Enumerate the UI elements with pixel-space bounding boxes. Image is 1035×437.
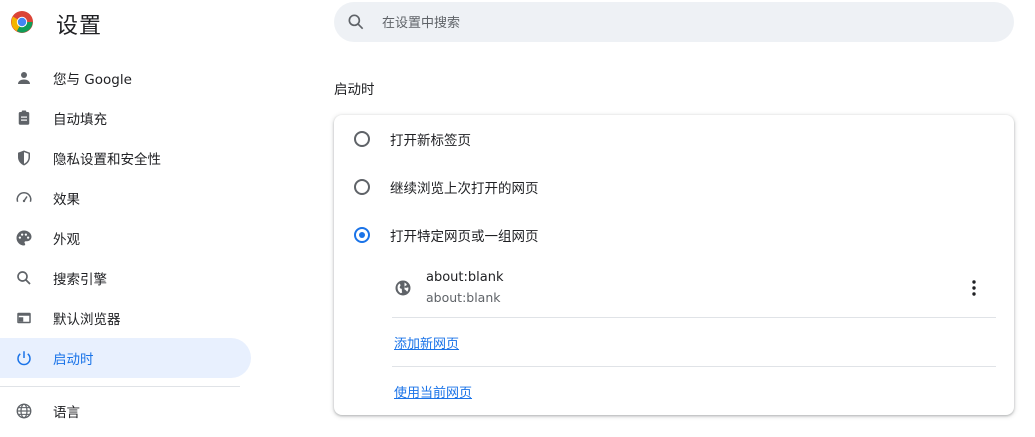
search-icon bbox=[348, 14, 364, 30]
sidebar-item-performance[interactable]: 效果 bbox=[0, 178, 236, 218]
search-icon bbox=[14, 268, 34, 288]
radio-button[interactable] bbox=[354, 179, 370, 195]
more-vert-icon bbox=[972, 280, 976, 296]
palette-icon bbox=[14, 228, 34, 248]
power-icon bbox=[14, 348, 34, 368]
sidebar-item-autofill[interactable]: 自动填充 bbox=[0, 98, 236, 138]
globe-icon bbox=[14, 401, 34, 421]
clipboard-icon bbox=[14, 108, 34, 128]
sidebar-item-languages[interactable]: 语言 bbox=[0, 395, 236, 427]
page-title: 设置 bbox=[56, 14, 103, 39]
sidebar-item-search-engine[interactable]: 搜索引擎 bbox=[0, 258, 236, 298]
use-current-pages-link[interactable]: 使用当前网页 bbox=[394, 382, 472, 401]
divider bbox=[392, 366, 996, 367]
sidebar-item-appearance[interactable]: 外观 bbox=[0, 218, 236, 258]
globe-icon bbox=[395, 280, 411, 296]
startup-options-card: 打开新标签页 继续浏览上次打开的网页 打开特定网页或一组网页 about:bla… bbox=[334, 115, 1014, 415]
sidebar-item-privacy[interactable]: 隐私设置和安全性 bbox=[0, 138, 236, 178]
shield-icon bbox=[14, 148, 34, 168]
sidebar: 您与 Google 自动填充 隐私设置和安全性 效果 外观 搜索引擎 默认浏览器… bbox=[0, 58, 251, 427]
speedometer-icon bbox=[14, 188, 34, 208]
divider bbox=[392, 317, 996, 318]
startup-page-entry: about:blank about:blank bbox=[392, 262, 996, 318]
option-continue[interactable]: 继续浏览上次打开的网页 bbox=[334, 165, 1014, 209]
search-box[interactable] bbox=[334, 2, 1014, 44]
sidebar-item-you-and-google[interactable]: 您与 Google bbox=[0, 58, 236, 98]
sidebar-item-label: 自动填充 bbox=[53, 112, 107, 128]
sidebar-divider bbox=[0, 386, 240, 387]
option-label: 打开特定网页或一组网页 bbox=[390, 229, 539, 245]
section-title: 启动时 bbox=[334, 82, 375, 98]
option-label: 继续浏览上次打开的网页 bbox=[390, 181, 539, 197]
page-url-text: about:blank bbox=[426, 290, 501, 305]
sidebar-item-label: 外观 bbox=[53, 232, 80, 248]
page-title-text: about:blank bbox=[426, 270, 504, 285]
sidebar-item-label: 隐私设置和安全性 bbox=[53, 152, 161, 168]
option-label: 打开新标签页 bbox=[390, 133, 471, 149]
person-icon bbox=[14, 68, 34, 88]
add-new-page-link[interactable]: 添加新网页 bbox=[394, 333, 459, 352]
sidebar-item-label: 您与 Google bbox=[53, 72, 132, 88]
sidebar-item-label: 默认浏览器 bbox=[53, 312, 121, 328]
search-input[interactable] bbox=[380, 2, 984, 44]
sidebar-item-default-browser[interactable]: 默认浏览器 bbox=[0, 298, 236, 338]
sidebar-item-on-startup[interactable]: 启动时 bbox=[0, 338, 251, 378]
sidebar-item-label: 语言 bbox=[53, 405, 80, 421]
browser-icon bbox=[14, 308, 34, 328]
chrome-logo-icon bbox=[11, 11, 33, 33]
sidebar-item-label: 搜索引擎 bbox=[53, 272, 107, 288]
option-specific-pages[interactable]: 打开特定网页或一组网页 bbox=[334, 213, 1014, 257]
sidebar-item-label: 启动时 bbox=[53, 352, 94, 368]
option-new-tab[interactable]: 打开新标签页 bbox=[334, 117, 1014, 161]
more-actions-button[interactable] bbox=[962, 276, 986, 300]
radio-button-checked[interactable] bbox=[354, 227, 370, 243]
sidebar-item-label: 效果 bbox=[53, 192, 80, 208]
radio-button[interactable] bbox=[354, 131, 370, 147]
